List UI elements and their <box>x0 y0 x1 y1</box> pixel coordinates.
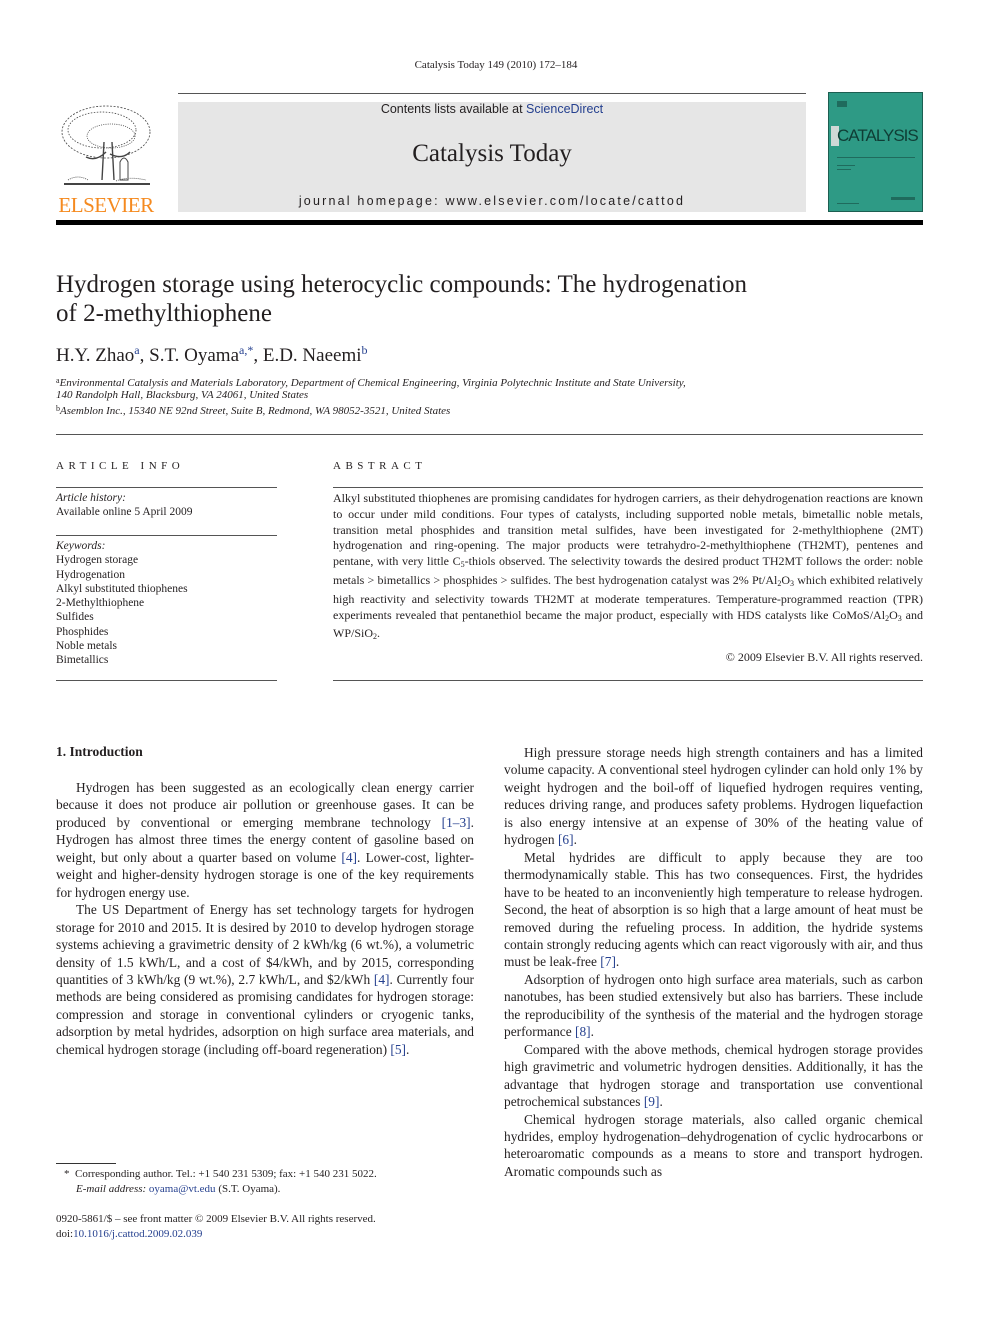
body-paragraph: Compared with the above methods, chemica… <box>504 1041 923 1110</box>
keywords-label: Keywords: <box>56 540 106 552</box>
email-link[interactable]: oyama@vt.edu <box>149 1183 216 1195</box>
abstract-heading: ABSTRACT <box>333 460 427 472</box>
body-column-right: High pressure storage needs high strengt… <box>504 744 923 1180</box>
body-paragraph: High pressure storage needs high strengt… <box>504 745 923 848</box>
cover-sciencedirect-mark <box>891 197 915 200</box>
body-paragraph: Metal hydrides are difficult to apply be… <box>504 849 923 970</box>
journal-homepage-line: journal homepage: www.elsevier.com/locat… <box>178 194 806 208</box>
footnote-rule <box>56 1163 116 1164</box>
citation-link[interactable]: [8] <box>575 1024 591 1039</box>
keyword-item: Phosphides <box>56 625 109 638</box>
keyword-item: Sulfides <box>56 611 94 624</box>
affiliation-text: Environmental Catalysis and Materials La… <box>59 377 686 389</box>
affiliation-text: 140 Randolph Hall, Blacksburg, VA 24061,… <box>56 389 309 401</box>
history-value: Available online 5 April 2009 <box>56 506 193 519</box>
affiliation-a: aEnvironmental Catalysis and Materials L… <box>56 376 686 401</box>
article-info-heading: ARTICLE INFO <box>56 460 185 472</box>
body-paragraph: Adsorption of hydrogen onto high surface… <box>504 971 923 1040</box>
front-matter-notice: 0920-5861/$ – see front matter © 2009 El… <box>56 1212 486 1241</box>
author-name[interactable]: E.D. Naeemi <box>263 345 362 366</box>
citation-link[interactable]: [6] <box>558 832 574 847</box>
author-name[interactable]: S.T. Oyama <box>149 345 239 366</box>
abstract-rule <box>333 487 923 488</box>
keyword-item: 2-Methylthiophene <box>56 597 145 610</box>
footnote-mark: * <box>64 1168 70 1180</box>
body-column-left: Hydrogen has been suggested as an ecolog… <box>56 779 474 1058</box>
body-paragraph: Chemical hydrogen storage materials, als… <box>504 1111 923 1179</box>
citation-link[interactable]: [5] <box>390 1042 406 1057</box>
keyword-item: Noble metals <box>56 640 117 653</box>
journal-title: Catalysis Today <box>412 140 572 167</box>
front-matter-text: 0920-5861/$ – see front matter © 2009 El… <box>56 1213 376 1225</box>
publisher-logo-text: ELSEVIER <box>58 193 154 217</box>
author-affiliation-mark[interactable]: a,* <box>239 343 253 357</box>
email-suffix: (S.T. Oyama). <box>215 1182 281 1195</box>
sciencedirect-link[interactable]: ScienceDirect <box>526 102 603 116</box>
body-paragraph: Hydrogen has been suggested as an ecolog… <box>56 780 474 900</box>
title-line-1: Hydrogen storage using heterocyclic comp… <box>56 271 748 298</box>
running-head: Catalysis Today 149 (2010) 172–184 <box>414 59 578 71</box>
citation-link[interactable]: [1–3] <box>442 815 471 830</box>
citation-link[interactable]: [4] <box>341 850 357 865</box>
abstract-text: Alkyl substituted thiophenes are promisi… <box>333 491 923 642</box>
cover-text-line <box>837 165 855 166</box>
affiliation-text: Asemblon Inc., 15340 NE 92nd Street, Sui… <box>60 405 451 417</box>
title-line-2: of 2-methylthiophene <box>56 300 272 327</box>
cover-text-line <box>837 203 859 204</box>
article-title: Hydrogen storage using heterocyclic comp… <box>56 270 856 328</box>
doi-label: doi: <box>56 1227 74 1240</box>
contents-prefix: Contents lists available at <box>380 102 527 116</box>
author-list: H.Y. Zhaoa, S.T. Oyamaa,*, E.D. Naeemib <box>56 343 368 366</box>
article-info-rule <box>56 535 277 536</box>
citation-link[interactable]: [7] <box>600 954 616 969</box>
homepage-label: journal homepage: <box>298 194 446 208</box>
citation-link[interactable]: [4] <box>374 972 390 987</box>
cover-title: CATALYSIS <box>837 126 919 145</box>
header-thick-rule <box>56 220 923 225</box>
footnote-text: Corresponding author. Tel.: +1 540 231 5… <box>75 1168 377 1180</box>
doi-link[interactable]: 10.1016/j.cattod.2009.02.039 <box>73 1228 202 1240</box>
cover-emblem-icon <box>837 101 847 107</box>
homepage-url-link[interactable]: www.elsevier.com/locate/cattod <box>445 194 685 208</box>
history-label: Article history: <box>56 492 126 504</box>
section-heading-introduction: 1. Introduction <box>56 744 143 759</box>
header-rule <box>178 93 806 94</box>
article-history: Article history: Available online 5 Apri… <box>56 491 277 520</box>
keyword-item: Bimetallics <box>56 654 109 667</box>
email-label: E-mail address: <box>76 1182 147 1195</box>
cover-text-line <box>837 169 851 170</box>
keywords-block: Keywords: Hydrogen storage Hydrogenation… <box>56 539 277 668</box>
body-paragraph: The US Department of Energy has set tech… <box>56 902 474 1057</box>
keyword-item: Alkyl substituted thiophenes <box>56 582 188 595</box>
abstract-rule <box>333 680 923 681</box>
section-divider <box>56 434 923 435</box>
keyword-item: Hydrogenation <box>56 568 125 581</box>
author-name[interactable]: H.Y. Zhao <box>56 345 134 366</box>
article-info-rule <box>56 487 277 488</box>
contents-availability-line: Contents lists available at ScienceDirec… <box>178 102 806 116</box>
keyword-item: Hydrogen storage <box>56 554 139 567</box>
journal-cover-image[interactable]: CATALYSIS <box>828 92 923 212</box>
article-info-rule <box>56 680 277 681</box>
citation-link[interactable]: [9] <box>644 1094 660 1109</box>
author-affiliation-mark[interactable]: a <box>134 343 139 357</box>
cover-text-line <box>837 157 915 158</box>
corresponding-author-footnote: * Corresponding author. Tel.: +1 540 231… <box>64 1167 484 1196</box>
affiliation-b: bAsemblon Inc., 15340 NE 92nd Street, Su… <box>56 404 450 417</box>
author-affiliation-mark[interactable]: b <box>362 343 368 357</box>
abstract-copyright: © 2009 Elsevier B.V. All rights reserved… <box>725 650 923 664</box>
